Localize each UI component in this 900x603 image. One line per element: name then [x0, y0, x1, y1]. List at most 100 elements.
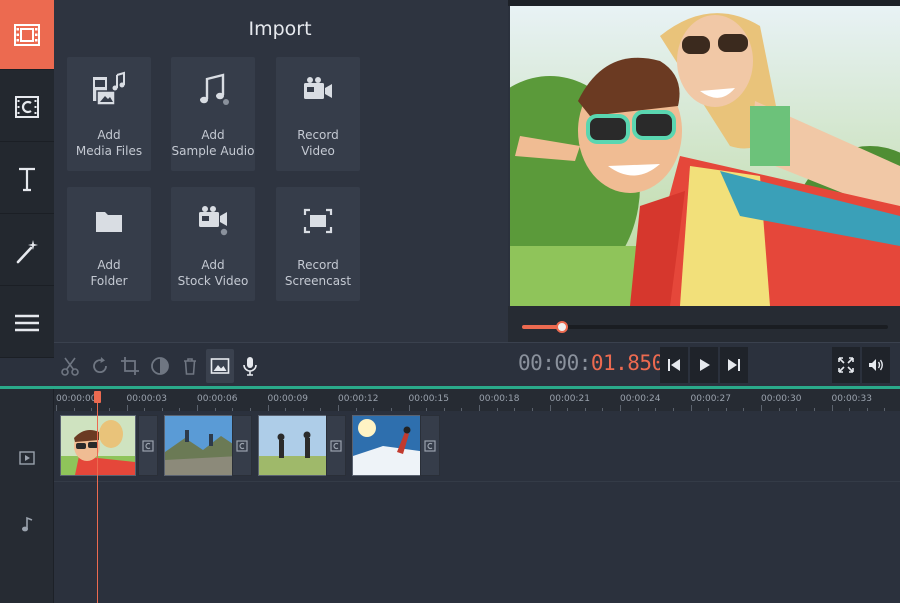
ruler-tick-label: 00:00:00: [56, 394, 97, 404]
clip-thumbnail-mountain: [165, 416, 239, 475]
tile-label-line2: Sample Audio: [171, 144, 255, 158]
image-properties-button[interactable]: [206, 349, 234, 383]
scrub-handle[interactable]: [556, 321, 569, 333]
ruler-tick-label: 00:00:21: [549, 394, 590, 404]
microphone-icon: [243, 357, 257, 376]
color-adjust-icon: [151, 357, 169, 375]
rail-titles-button[interactable]: [0, 144, 54, 214]
camera-icon: [304, 77, 332, 99]
tile-label-line2: Folder: [90, 274, 128, 288]
color-adjust-button[interactable]: [146, 349, 174, 383]
track-divider: [54, 481, 900, 482]
import-panel: Import Add Media Files Add Sample Audio: [54, 0, 508, 342]
timecode-active: 01.850: [590, 351, 664, 375]
cut-icon: [61, 357, 79, 376]
scrub-track[interactable]: [522, 321, 888, 333]
playback-controls: 00:00:01.850: [508, 342, 900, 386]
tile-label-line1: Add: [97, 258, 121, 272]
tile-label-line2: Screencast: [284, 274, 352, 288]
screencast-icon: [303, 208, 333, 234]
volume-button[interactable]: [862, 347, 890, 383]
playhead-line[interactable]: [97, 398, 98, 603]
record-video-button[interactable]: Record Video: [276, 57, 360, 171]
audio-track-icon: [22, 516, 33, 532]
play-button[interactable]: [690, 347, 718, 383]
ruler-tick-label: 00:00:03: [126, 394, 167, 404]
skip-forward-icon: [728, 359, 740, 371]
music-note-icon: [200, 73, 229, 105]
ruler-tick-label: 00:00:15: [408, 394, 449, 404]
skip-back-icon: [668, 359, 680, 371]
timeline-clip[interactable]: [60, 415, 136, 476]
cut-button[interactable]: [56, 349, 84, 383]
preview-frame-image: [510, 6, 900, 306]
trash-icon: [184, 358, 196, 375]
transition-slot[interactable]: [326, 415, 346, 476]
edit-toolbar: [54, 342, 508, 386]
rotate-button[interactable]: [86, 349, 114, 383]
video-preview[interactable]: [510, 6, 900, 306]
transition-slot[interactable]: [138, 415, 158, 476]
ruler-tick-label: 00:00:30: [761, 394, 802, 404]
ruler-tick-label: 00:00:18: [479, 394, 520, 404]
add-stock-video-button[interactable]: Add Stock Video: [171, 187, 255, 301]
tile-label-line1: Add: [97, 128, 121, 142]
menu-icon: [15, 314, 39, 331]
rail-filters-button[interactable]: [0, 216, 54, 286]
rail-transitions-button[interactable]: [0, 72, 54, 142]
rotate-icon: [93, 357, 107, 374]
tile-label-line1: Record: [297, 128, 339, 142]
tile-label-line2: Video: [301, 144, 335, 158]
timeline-clip[interactable]: [258, 415, 334, 476]
transitions-icon: [15, 95, 39, 118]
tile-label-line1: Add: [201, 258, 225, 272]
media-files-icon: [93, 71, 125, 106]
tile-label-line2: Stock Video: [177, 274, 249, 288]
ruler-tick-label: 00:00:24: [620, 394, 661, 404]
ruler-tick-label: 00:00:09: [267, 394, 308, 404]
transition-icon: [424, 439, 436, 452]
stock-video-icon: [199, 206, 228, 236]
text-titles-icon: [19, 167, 35, 191]
tool-rail: [0, 0, 54, 358]
ruler-tick-label: 00:00:06: [197, 394, 238, 404]
next-frame-button[interactable]: [720, 347, 748, 383]
crop-icon: [121, 357, 139, 375]
tile-label-line1: Add: [201, 128, 225, 142]
folder-icon: [96, 212, 122, 232]
previous-frame-button[interactable]: [660, 347, 688, 383]
timeline-clip[interactable]: [352, 415, 428, 476]
record-screencast-button[interactable]: Record Screencast: [276, 187, 360, 301]
transition-icon: [142, 439, 154, 452]
rail-menu-button[interactable]: [0, 288, 54, 358]
timeline-tracks[interactable]: [54, 411, 900, 603]
timeline-ruler[interactable]: 00:00:00 00:00:03 00:00:06 00:00:09 00:00:12…: [54, 389, 900, 411]
fullscreen-button[interactable]: [832, 347, 860, 383]
video-track-icon: [19, 451, 35, 465]
delete-button[interactable]: [176, 349, 204, 383]
timeline-clip[interactable]: [164, 415, 240, 476]
timecode-display: 00:00:01.850: [518, 351, 664, 375]
clip-thumbnail-snow: [353, 416, 427, 475]
speaker-icon: [869, 359, 883, 371]
record-voice-button[interactable]: [236, 349, 264, 383]
add-media-files-button[interactable]: Add Media Files: [67, 57, 151, 171]
crop-button[interactable]: [116, 349, 144, 383]
clip-thumbnail-beach: [259, 416, 333, 475]
rail-import-button[interactable]: [0, 0, 54, 70]
transition-icon: [330, 439, 342, 452]
preview-scrub-bar: [508, 306, 900, 342]
tile-label-line2: Media Files: [75, 144, 143, 158]
play-icon: [700, 359, 710, 371]
fullscreen-icon: [838, 357, 854, 373]
import-film-icon: [14, 23, 40, 46]
clip-thumbnail-couple: [61, 416, 135, 475]
playhead-handle[interactable]: [94, 391, 101, 403]
transition-slot[interactable]: [420, 415, 440, 476]
transition-slot[interactable]: [232, 415, 252, 476]
add-folder-button[interactable]: Add Folder: [67, 187, 151, 301]
track-headers: [0, 389, 54, 603]
add-sample-audio-button[interactable]: Add Sample Audio: [171, 57, 255, 171]
transition-icon: [236, 439, 248, 452]
video-editor-window: Import Add Media Files Add Sample Audio: [0, 0, 900, 603]
